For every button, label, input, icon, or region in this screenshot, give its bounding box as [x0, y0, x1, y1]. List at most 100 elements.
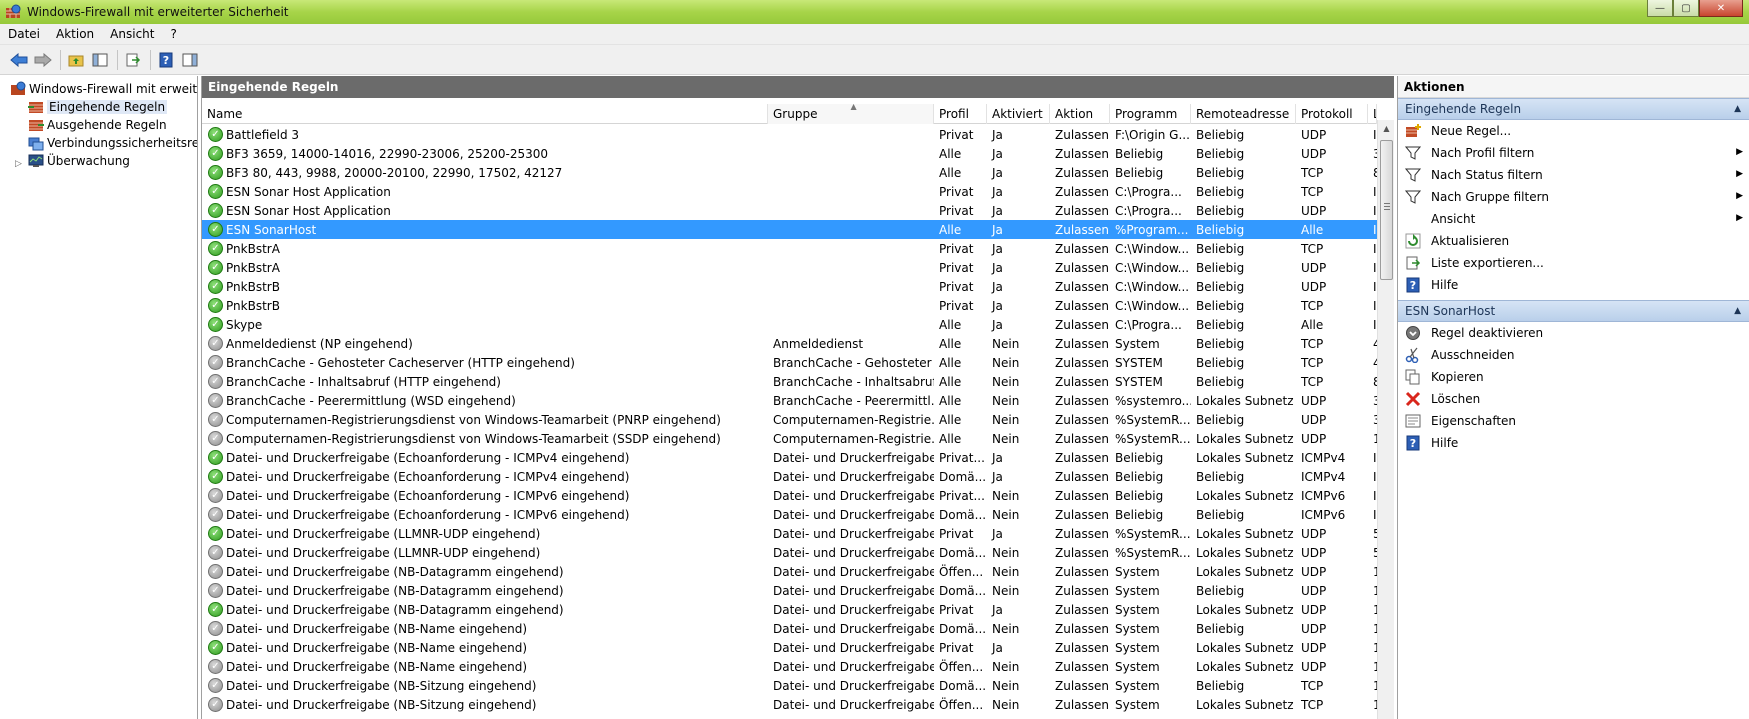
minimize-button[interactable]: — — [1647, 0, 1673, 17]
section-header-esn-sonarhost[interactable]: ESN SonarHost ▲ — [1398, 300, 1749, 322]
forward-button[interactable] — [32, 49, 54, 71]
up-level-button[interactable] — [65, 49, 87, 71]
rule-remote-cell: Beliebig — [1196, 184, 1245, 199]
rule-program-cell: C:\Progra... — [1115, 184, 1182, 199]
table-row[interactable]: ✓ Datei- und Druckerfreigabe (NB-Name ein… — [202, 638, 1377, 657]
tree-item-ausgehende-regeln[interactable]: Ausgehende Regeln — [28, 116, 167, 134]
rule-action-cell: Zulassen — [1055, 222, 1110, 237]
action-item[interactable]: Liste exportieren... — [1398, 252, 1749, 274]
collapse-arrow-icon[interactable]: ▲ — [1734, 104, 1741, 114]
tree-root[interactable]: Windows-Firewall mit erweitert — [10, 80, 197, 98]
table-row[interactable]: ✓ BF3 80, 443, 9988, 20000-20100, 22990, … — [202, 163, 1377, 182]
table-row[interactable]: ✓ PnkBstrA Privat Ja Zulassen C:\Window... Bel… — [202, 239, 1377, 258]
menu-ansicht[interactable]: Ansicht — [102, 27, 162, 41]
rule-remote-cell: Beliebig — [1196, 146, 1245, 161]
table-row[interactable]: ✓ Datei- und Druckerfreigabe (NB-Name ein… — [202, 657, 1377, 676]
action-item[interactable]: Ausschneiden — [1398, 344, 1749, 366]
action-item[interactable]: ? Hilfe — [1398, 274, 1749, 296]
help-button[interactable]: ? — [155, 49, 177, 71]
action-item[interactable]: Ansicht ▶ — [1398, 208, 1749, 230]
column-header-name[interactable]: Name — [202, 104, 768, 124]
table-row[interactable]: ✓ ESN SonarHost Alle Ja Zulassen %Program... B… — [202, 220, 1377, 239]
table-row[interactable]: ✓ Computernamen-Registrierungsdienst von … — [202, 429, 1377, 448]
action-item[interactable]: Kopieren — [1398, 366, 1749, 388]
menu-aktion[interactable]: Aktion — [48, 27, 102, 41]
table-row[interactable]: ✓ ESN Sonar Host Application Privat Ja Zulas… — [202, 182, 1377, 201]
column-header-programm[interactable]: Programm — [1110, 104, 1191, 124]
table-row[interactable]: ✓ Datei- und Druckerfreigabe (NB-Sitzung … — [202, 695, 1377, 714]
table-row[interactable]: ✓ Skype Alle Ja Zulassen C:\Progra... Beliebig… — [202, 315, 1377, 334]
rule-disabled-icon: ✓ — [208, 621, 223, 636]
column-header-remoteadresse[interactable]: Remoteadresse — [1191, 104, 1296, 124]
table-row[interactable]: ✓ BranchCache - Inhaltsabruf (HTTP eingeh… — [202, 372, 1377, 391]
action-item[interactable]: Aktualisieren — [1398, 230, 1749, 252]
column-header-aktiviert[interactable]: Aktiviert — [987, 104, 1050, 124]
table-row[interactable]: ✓ PnkBstrB Privat Ja Zulassen C:\Window... Bel… — [202, 296, 1377, 315]
action-item[interactable]: ? Hilfe — [1398, 432, 1749, 454]
show-hide-action-pane-button[interactable] — [179, 49, 201, 71]
close-button[interactable]: ✕ — [1699, 0, 1743, 17]
table-row[interactable]: ✓ Datei- und Druckerfreigabe (NB-Sitzung … — [202, 676, 1377, 695]
submenu-arrow-icon: ▶ — [1736, 169, 1743, 179]
table-row[interactable]: ✓ Anmeldedienst (NP eingehend) Anmeldedien… — [202, 334, 1377, 353]
table-row[interactable]: ✓ PnkBstrB Privat Ja Zulassen C:\Window... Bel… — [202, 277, 1377, 296]
action-item[interactable]: Eigenschaften — [1398, 410, 1749, 432]
table-row[interactable]: ✓ Computernamen-Registrierungsdienst von … — [202, 410, 1377, 429]
table-row[interactable]: ✓ Datei- und Druckerfreigabe (NB-Datagram… — [202, 600, 1377, 619]
rule-disabled-icon: ✓ — [208, 678, 223, 693]
action-label: Nach Profil filtern — [1431, 146, 1535, 160]
rule-last-cell: 1 — [1373, 697, 1377, 712]
table-row[interactable]: ✓ Datei- und Druckerfreigabe (LLMNR-UDP e… — [202, 543, 1377, 562]
tree-item-verbindungssicherheitsregeln[interactable]: Verbindungssicherheitsrege — [28, 134, 197, 152]
scroll-up-icon[interactable]: ▲ — [1378, 120, 1395, 137]
section-header-eingehende-regeln[interactable]: Eingehende Regeln ▲ — [1398, 98, 1749, 120]
rule-last-cell: I — [1373, 222, 1377, 237]
menu-datei[interactable]: Datei — [0, 27, 48, 41]
collapse-arrow-icon[interactable]: ▲ — [1734, 306, 1741, 316]
tree-item-ueberwachung[interactable]: Überwachung — [28, 152, 130, 170]
rule-program-cell: System — [1115, 621, 1160, 636]
rule-program-cell: C:\Window... — [1115, 241, 1190, 256]
export-list-button[interactable] — [122, 49, 144, 71]
rule-disabled-icon: ✓ — [208, 355, 223, 370]
table-row[interactable]: ✓ BranchCache - Gehosteter Cacheserver (H… — [202, 353, 1377, 372]
vertical-scrollbar[interactable]: ▲ — [1377, 120, 1394, 719]
rule-action-cell: Zulassen — [1055, 545, 1110, 560]
scrollbar-thumb[interactable] — [1380, 140, 1393, 280]
column-header-profil[interactable]: Profil — [934, 104, 987, 124]
table-row[interactable]: ✓ Datei- und Druckerfreigabe (LLMNR-UDP e… — [202, 524, 1377, 543]
table-row[interactable]: ✓ ESN Sonar Host Application Privat Ja Zulas… — [202, 201, 1377, 220]
action-item[interactable]: Nach Gruppe filtern ▶ — [1398, 186, 1749, 208]
table-row[interactable]: ✓ PnkBstrA Privat Ja Zulassen C:\Window... Bel… — [202, 258, 1377, 277]
action-item[interactable]: Regel deaktivieren — [1398, 322, 1749, 344]
rule-enabled-icon: ✓ — [208, 602, 223, 617]
menu-help[interactable]: ? — [162, 27, 184, 41]
column-header-gruppe[interactable]: Gruppe ▲ — [768, 104, 934, 124]
back-button[interactable] — [8, 49, 30, 71]
table-row[interactable]: ✓ BranchCache - Peerermittlung (WSD einge… — [202, 391, 1377, 410]
table-row[interactable]: ✓ Datei- und Druckerfreigabe (NB-Datagram… — [202, 581, 1377, 600]
rule-enabled-cell: Ja — [992, 241, 1003, 256]
table-row[interactable]: ✓ Datei- und Druckerfreigabe (Echoanforde… — [202, 505, 1377, 524]
action-item[interactable]: Nach Profil filtern ▶ — [1398, 142, 1749, 164]
show-hide-tree-button[interactable] — [89, 49, 111, 71]
expand-arrow-icon[interactable]: ▷ — [15, 159, 22, 169]
table-row[interactable]: ✓ Datei- und Druckerfreigabe (NB-Name ein… — [202, 619, 1377, 638]
rules-panel: Eingehende Regeln Name Gruppe ▲ Profil A… — [201, 76, 1394, 719]
rule-group-cell — [768, 125, 934, 144]
action-item[interactable]: Löschen — [1398, 388, 1749, 410]
table-row[interactable]: ✓ Datei- und Druckerfreigabe (Echoanforde… — [202, 448, 1377, 467]
table-row[interactable]: ✓ BF3 3659, 14000-14016, 22990-23006, 252… — [202, 144, 1377, 163]
table-row[interactable]: ✓ Datei- und Druckerfreigabe (Echoanforde… — [202, 486, 1377, 505]
table-row[interactable]: ✓ Datei- und Druckerfreigabe (NB-Datagram… — [202, 562, 1377, 581]
column-header-aktion[interactable]: Aktion — [1050, 104, 1110, 124]
rule-group-cell — [768, 220, 934, 239]
table-row[interactable]: ✓ Battlefield 3 Privat Ja Zulassen F:\Origin … — [202, 125, 1377, 144]
action-item[interactable]: Neue Regel... — [1398, 120, 1749, 142]
table-row[interactable]: ✓ Datei- und Druckerfreigabe (Echoanforde… — [202, 467, 1377, 486]
maximize-button[interactable]: ▢ — [1673, 0, 1699, 17]
column-header-protokoll[interactable]: Protokoll — [1296, 104, 1368, 124]
action-item[interactable]: Nach Status filtern ▶ — [1398, 164, 1749, 186]
column-header-last[interactable]: L — [1368, 104, 1377, 124]
tree-item-eingehende-regeln[interactable]: Eingehende Regeln — [28, 98, 168, 116]
